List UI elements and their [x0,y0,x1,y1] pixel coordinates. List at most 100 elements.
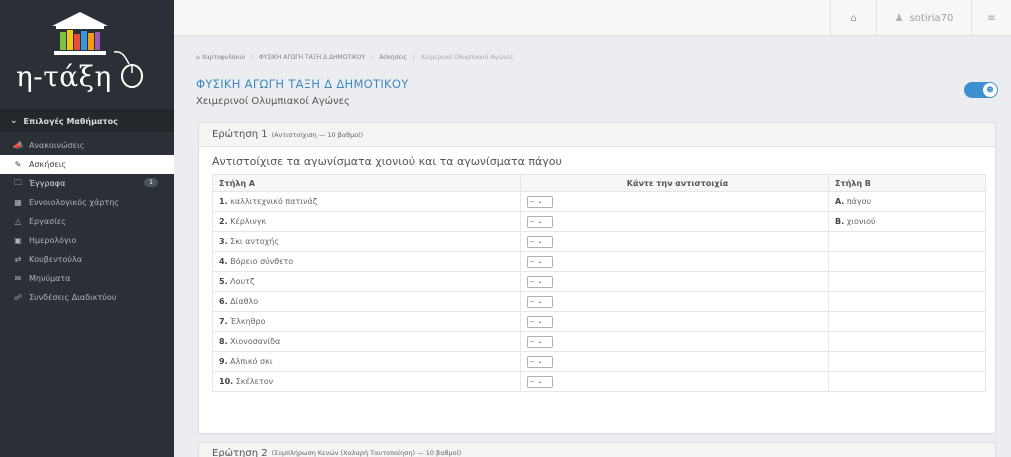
question-2-panel: Ερώτηση 2 (Συμπλήρωση Κενών (Χαλαρή Ταυτ… [198,442,996,457]
logo[interactable]: η-τάξη [0,0,174,108]
breadcrumb-current: Χειμερινοί Ολυμπιακοί Αγώνες [420,54,514,61]
table-row: 8. Χιονοσανίδα -- ⌄ [212,331,986,352]
sidebar-item-messages[interactable]: ✉ Μηνύματα [0,269,174,288]
table-row: 7. Έλκηθρο -- ⌄ [212,311,986,332]
match-cell: -- ⌄ [520,211,829,232]
column-b-cell [828,291,986,312]
breadcrumb: ⌂ Χαρτοφυλάκιο / ΦΥΣΙΚΗ ΑΓΩΓΗ ΤΑΞΗ Δ ΔΗΜ… [196,54,513,61]
table-row: 3. Σκι αντοχής -- ⌄ [212,231,986,252]
sidebar-item-documents[interactable]: 🗀 Έγγραφα 1 [0,174,174,193]
column-a-cell: 7. Έλκηθρο [212,311,521,332]
course-options-label: Επιλογές Μαθήματος [23,116,118,126]
item-label: Χιονοσανίδα [230,337,281,346]
breadcrumb-exercises[interactable]: Ασκήσεις [379,54,407,61]
chevron-down-icon: ⌄ [537,218,543,225]
matching-table: Στήλη Α Κάντε την αντιστοιχία Στήλη Β 1.… [212,174,986,392]
match-cell: -- ⌄ [520,231,829,252]
match-select[interactable]: -- ⌄ [527,315,553,328]
users-icon: ☻ [983,83,997,97]
column-b-cell [828,311,986,332]
column-b-cell: Α. πάγου [828,191,986,212]
match-cell: -- ⌄ [520,351,829,372]
user-menu[interactable]: ♟ sotiria70 [876,0,971,36]
column-b-cell [828,231,986,252]
match-select[interactable]: -- ⌄ [527,235,553,248]
match-cell: -- ⌄ [520,311,829,332]
sidebar-item-web-links[interactable]: ☍ Συνδέσεις Διαδικτύου [0,288,174,307]
column-a-cell: 3. Σκι αντοχής [212,231,521,252]
logo-house-icon [52,12,108,55]
question-2-title: Ερώτηση 2 [212,447,268,457]
sidebar-item-label: Ασκήσεις [29,160,67,169]
item-number: 1. [219,197,228,206]
breadcrumb-separator: / [412,54,415,61]
item-number: 4. [219,257,228,266]
chevron-down-icon: ⌄ [537,238,543,245]
sidebar-item-label: Συνδέσεις Διαδικτύου [29,293,117,302]
view-toggle[interactable]: ☻ [964,82,998,98]
column-header-match: Κάντε την αντιστοιχία [520,174,829,192]
question-1-panel: Ερώτηση 1 (Αντιστοίχιση — 10 βαθμοί) Αντ… [198,122,996,434]
item-number: 10. [219,377,234,386]
item-label: Δίαθλο [230,297,259,306]
top-bar: ⌂ ♟ sotiria70 ≡ [174,0,1011,36]
chevron-down-icon: ⌄ [537,298,543,305]
table-row: 10. Σκέλετον -- ⌄ [212,371,986,392]
column-b-cell [828,331,986,352]
match-select[interactable]: -- ⌄ [527,355,553,368]
page-subtitle: Χειμερινοί Ολυμπιακοί Αγώνες [196,96,350,107]
sidebar: η-τάξη ⌄ Επιλογές Μαθήματος 📣 Ανακοινώσε… [0,0,174,457]
main-content: ⌂ Χαρτοφυλάκιο / ΦΥΣΙΚΗ ΑΓΩΓΗ ΤΑΞΗ Δ ΔΗΜ… [174,36,1011,457]
item-label: καλλιτεχνικό πατινάζ [230,197,318,206]
chevron-down-icon: ⌄ [537,378,543,385]
folder-icon: 🗀 [14,177,22,187]
sidebar-item-announcements[interactable]: 📣 Ανακοινώσεις [0,136,174,155]
chevron-down-icon: ⌄ [537,338,543,345]
course-options-header[interactable]: ⌄ Επιλογές Μαθήματος [0,110,174,132]
column-a-cell: 4. Βόρειο σύνθετο [212,251,521,272]
table-row: 9. Αλπικό σκι -- ⌄ [212,351,986,372]
link-icon: ☍ [13,293,23,302]
match-cell: -- ⌄ [520,271,829,292]
column-a-cell: 8. Χιονοσανίδα [212,331,521,352]
sidebar-item-assignments[interactable]: △ Εργασίες [0,212,174,231]
documents-badge: 1 [144,178,158,187]
item-label: Κέρλινγκ [230,217,267,226]
item-label: Έλκηθρο [230,317,266,326]
breadcrumb-portfolio[interactable]: Χαρτοφυλάκιο [202,54,245,61]
match-select[interactable]: -- ⌄ [527,335,553,348]
column-a-cell: 5. Λουτζ [212,271,521,292]
sliders-icon: ≡ [987,12,996,24]
sidebar-item-chat[interactable]: ⇄ Κουβεντούλα [0,250,174,269]
match-select[interactable]: -- ⌄ [527,275,553,288]
sidebar-item-label: Εργασίες [29,217,66,226]
sidebar-item-label: Ανακοινώσεις [29,141,85,150]
match-select-value: -- [530,218,535,225]
item-label: Λουτζ [230,277,255,286]
match-select[interactable]: -- ⌄ [527,295,553,308]
chevron-down-icon: ⌄ [537,258,543,265]
sidebar-item-label: Μηνύματα [29,274,71,283]
sidebar-item-calendar[interactable]: ▣ Ημερολόγιο [0,231,174,250]
home-button[interactable]: ⌂ [830,0,876,36]
match-select[interactable]: -- ⌄ [527,255,553,268]
sidebar-item-concept-map[interactable]: ▦ Εννοιολογικός χάρτης [0,193,174,212]
match-select[interactable]: -- ⌄ [527,195,553,208]
match-select-value: -- [530,358,535,365]
user-icon: ♟ [894,12,904,24]
sidebar-item-exercises[interactable]: ✎ Ασκήσεις [0,155,174,174]
match-select-value: -- [530,258,535,265]
match-select[interactable]: -- ⌄ [527,215,553,228]
column-a-cell: 10. Σκέλετον [212,371,521,392]
match-select[interactable]: -- ⌄ [527,375,553,388]
match-select-value: -- [530,198,535,205]
settings-button[interactable]: ≡ [971,0,1011,36]
page-title: ΦΥΣΙΚΗ ΑΓΩΓΗ ΤΑΞΗ Δ ΔΗΜΟΤΙΚΟΥ [196,77,409,91]
calendar-icon: ▣ [14,236,22,245]
breadcrumb-course[interactable]: ΦΥΣΙΚΗ ΑΓΩΓΗ ΤΑΞΗ Δ ΔΗΜΟΤΙΚΟΥ [259,54,365,61]
sidebar-item-label: Έγγραφα [29,179,66,188]
column-a-cell: 6. Δίαθλο [212,291,521,312]
sidebar-nav: 📣 Ανακοινώσεις ✎ Ασκήσεις 🗀 Έγγραφα 1 ▦ … [0,136,174,307]
item-label: χιονιού [846,217,876,226]
item-number: 2. [219,217,228,226]
